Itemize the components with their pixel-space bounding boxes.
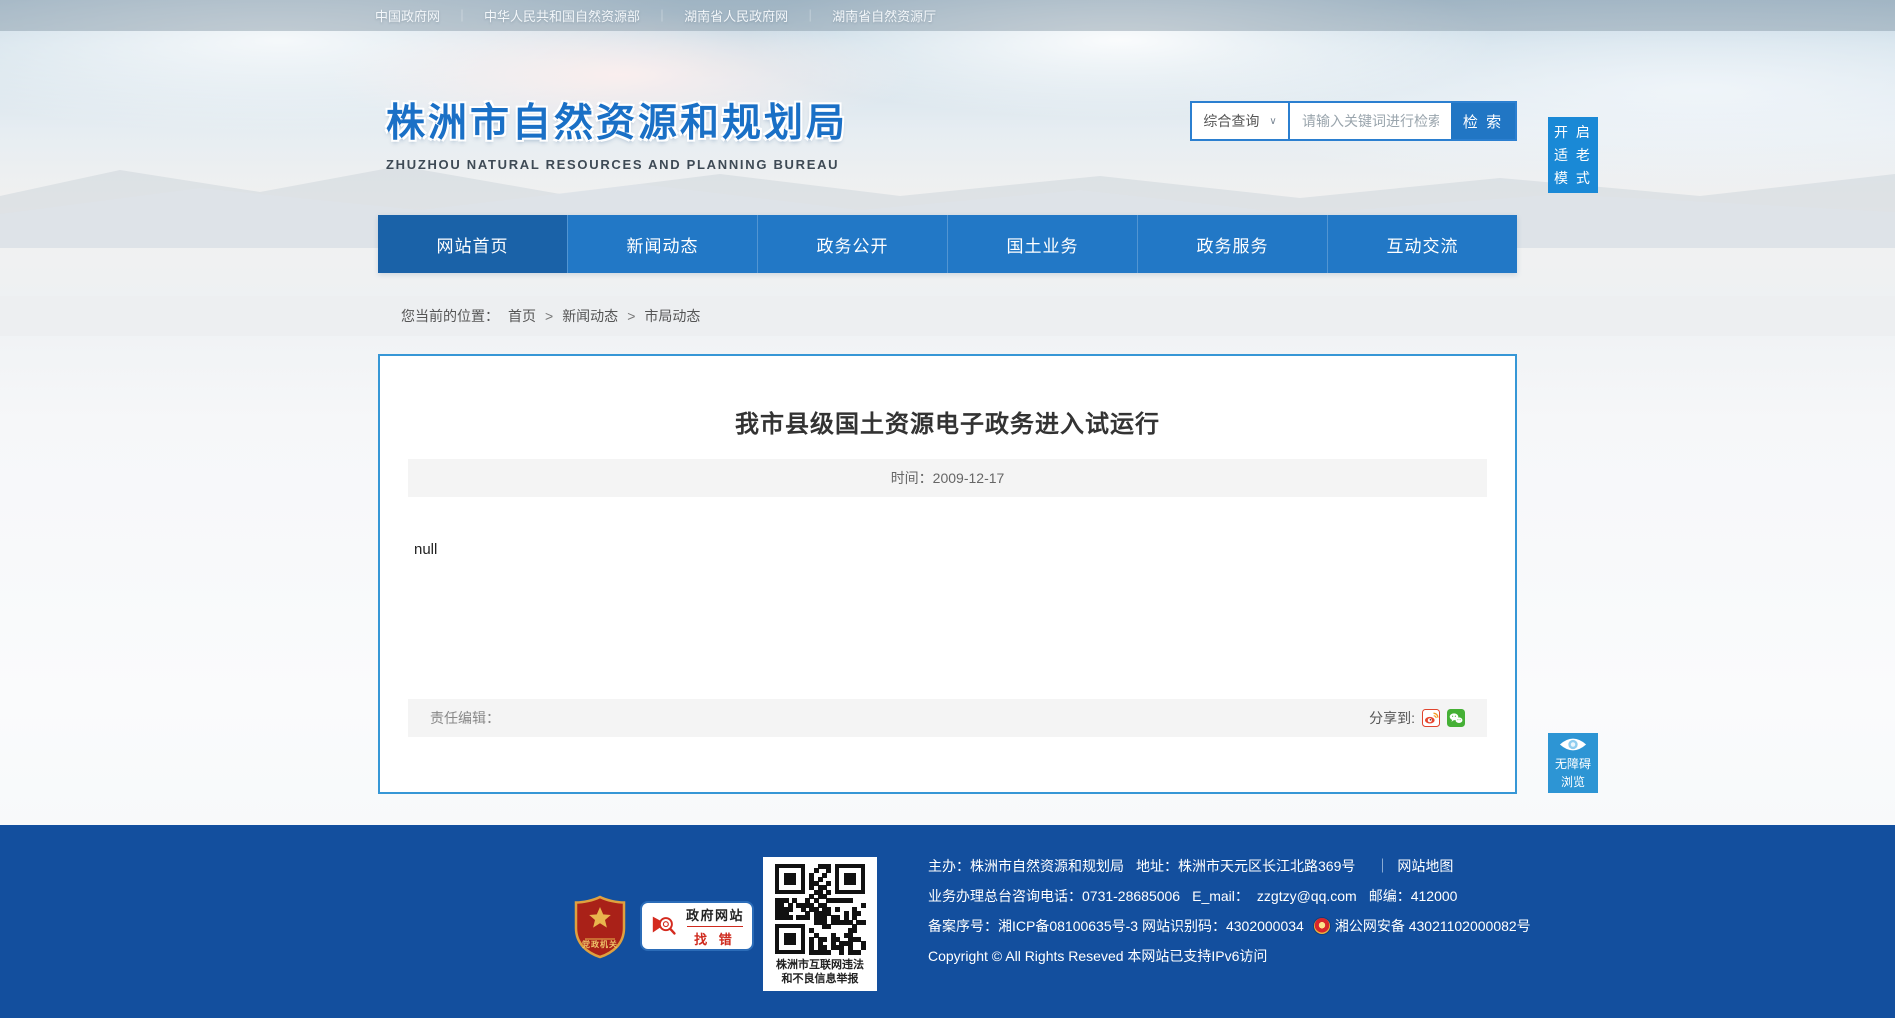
breadcrumb-prefix: 您当前的位置：: [401, 308, 499, 324]
error-report-line2: 找 错: [694, 931, 736, 947]
sky-clouds-background: [0, 0, 1895, 240]
error-report-divider: [686, 925, 743, 927]
aging-mode-line: 模 式: [1554, 170, 1592, 186]
sitemap-link[interactable]: 网站地图: [1397, 856, 1453, 876]
qr-code-pattern: [775, 864, 866, 955]
qr-caption: 株洲市互联网违法 和不良信息举报: [776, 958, 864, 986]
badge-label: 党政机关: [582, 940, 618, 949]
error-report-text: 政府网站 找 错: [686, 905, 744, 948]
footer-email[interactable]: zzgtzy@qq.com: [1257, 888, 1357, 904]
report-qr-block[interactable]: 株洲市互联网违法 和不良信息举报: [763, 857, 877, 991]
footer-text-block: 主办：株洲市自然资源和规划局 地址：株洲市天元区长江北路369号 ｜ 网站地图 …: [928, 856, 1531, 966]
main-nav: 网站首页 新闻动态 政务公开 国土业务 政务服务 互动交流: [378, 215, 1517, 273]
breadcrumb-bureau-news[interactable]: 市局动态: [644, 306, 700, 326]
top-link-hunan-gov[interactable]: 湖南省人民政府网: [684, 6, 788, 25]
top-link-mnr[interactable]: 中华人民共和国自然资源部: [484, 6, 640, 25]
nav-item-news[interactable]: 新闻动态: [567, 215, 757, 273]
site-title: 株洲市自然资源和规划局: [386, 102, 849, 145]
page: 中国政府网 ｜ 中华人民共和国自然资源部 ｜ 湖南省人民政府网 ｜ 湖南省自然资…: [0, 0, 1895, 1018]
top-link-hunan-nr[interactable]: 湖南省自然资源厅: [832, 6, 936, 25]
aging-mode-line: 适 老: [1554, 147, 1592, 163]
share-label: 分享到:: [1369, 710, 1415, 726]
search-category-label: 综合查询: [1203, 113, 1260, 129]
breadcrumb-separator: >: [545, 308, 554, 324]
website-error-report-button[interactable]: 政府网站 找 错: [640, 901, 754, 951]
top-link-separator: ｜: [456, 9, 469, 23]
police-badge-icon: [1313, 918, 1330, 934]
top-link-china-gov[interactable]: 中国政府网: [375, 6, 440, 25]
eye-icon: [1559, 738, 1587, 750]
breadcrumb-home[interactable]: 首页: [508, 306, 536, 326]
footer-copyright: Copyright © All Rights Reseved 本网站已支持IPv…: [928, 948, 1268, 964]
article-time-bar: 时间：2009-12-17: [408, 459, 1487, 497]
footer-line-4: Copyright © All Rights Reseved 本网站已支持IPv…: [928, 946, 1531, 966]
editor-label: 责任编辑：: [430, 710, 500, 726]
footer-line-2: 业务办理总台咨询电话：0731-28685006 E_mail： zzgtzy@…: [928, 886, 1531, 906]
top-link-separator: ｜: [804, 9, 817, 23]
article-body: null: [414, 541, 438, 558]
nav-item-interaction[interactable]: 互动交流: [1327, 215, 1517, 273]
site-logo[interactable]: 株洲市自然资源和规划局 ZHUZHOU NATURAL RESOURCES AN…: [386, 92, 848, 172]
footer: 党政机关 政府网站 找 错 株洲市互联网违法 和不良信息举报 主办：株洲市自然资…: [0, 825, 1895, 1018]
accessibility-button[interactable]: 无障碍 浏览: [1548, 733, 1598, 793]
article-footer-bar: 责任编辑： 分享到:: [408, 699, 1487, 737]
magnifier-flag-icon: [652, 916, 676, 935]
footer-icp: 备案序号：湘ICP备08100635号-3 网站识别码：4302000034: [928, 918, 1304, 934]
qr-finder-icon: [835, 864, 865, 894]
article-panel: 我市县级国土资源电子政务进入试运行 时间：2009-12-17 null 责任编…: [378, 354, 1517, 794]
chevron-down-icon: ∨: [1269, 115, 1277, 127]
accessibility-line: 无障碍: [1554, 756, 1591, 771]
qr-finder-icon: [775, 924, 805, 954]
footer-host: 主办：株洲市自然资源和规划局: [928, 858, 1124, 874]
qr-caption-line2: 和不良信息举报: [781, 973, 859, 985]
accessibility-line: 浏览: [1560, 774, 1585, 789]
nav-item-home[interactable]: 网站首页: [378, 215, 567, 273]
qr-finder-icon: [775, 864, 805, 894]
article-title: 我市县级国土资源电子政务进入试运行: [735, 411, 1160, 438]
top-link-bar: 中国政府网 ｜ 中华人民共和国自然资源部 ｜ 湖南省人民政府网 ｜ 湖南省自然资…: [0, 0, 1895, 31]
party-government-badge[interactable]: 党政机关: [573, 895, 627, 959]
top-link-separator: ｜: [656, 9, 669, 23]
footer-phone: 业务办理总台咨询电话：0731-28685006: [928, 888, 1181, 904]
footer-security-record[interactable]: 湘公网安备 43021102000082号: [1335, 916, 1531, 936]
breadcrumb-separator: >: [627, 308, 636, 324]
site-subtitle: ZHUZHOU NATURAL RESOURCES AND PLANNING B…: [386, 157, 840, 172]
error-report-line1: 政府网站: [685, 907, 744, 923]
footer-email-label: E_mail：: [1192, 888, 1249, 904]
footer-line-1: 主办：株洲市自然资源和规划局 地址：株洲市天元区长江北路369号 ｜ 网站地图: [928, 856, 1531, 876]
search-bar: 综合查询 ∨ 检 索: [1190, 101, 1517, 141]
breadcrumb-news[interactable]: 新闻动态: [562, 306, 618, 326]
footer-separator: ｜: [1375, 858, 1390, 874]
aging-mode-button[interactable]: 开 启 适 老 模 式: [1548, 117, 1598, 193]
footer-line-3: 备案序号：湘ICP备08100635号-3 网站识别码：4302000034 湘…: [928, 916, 1531, 936]
share-group: 分享到:: [1369, 708, 1465, 728]
footer-zip: 邮编：412000: [1368, 888, 1458, 904]
weibo-share-icon[interactable]: [1422, 709, 1440, 727]
search-input[interactable]: [1290, 103, 1451, 139]
article-time: 时间：2009-12-17: [890, 470, 1005, 486]
footer-address: 地址：株洲市天元区长江北路369号: [1136, 858, 1356, 874]
nav-item-gov-service[interactable]: 政务服务: [1137, 215, 1327, 273]
breadcrumb: 您当前的位置： 首页 > 新闻动态 > 市局动态: [0, 296, 1895, 336]
nav-item-land-business[interactable]: 国土业务: [947, 215, 1137, 273]
search-category-dropdown[interactable]: 综合查询 ∨: [1192, 103, 1290, 139]
qr-caption-line1: 株洲市互联网违法: [776, 959, 864, 971]
wechat-share-icon[interactable]: [1447, 709, 1465, 727]
nav-item-gov-info[interactable]: 政务公开: [757, 215, 947, 273]
search-button[interactable]: 检 索: [1451, 103, 1515, 139]
aging-mode-line: 开 启: [1554, 124, 1592, 140]
